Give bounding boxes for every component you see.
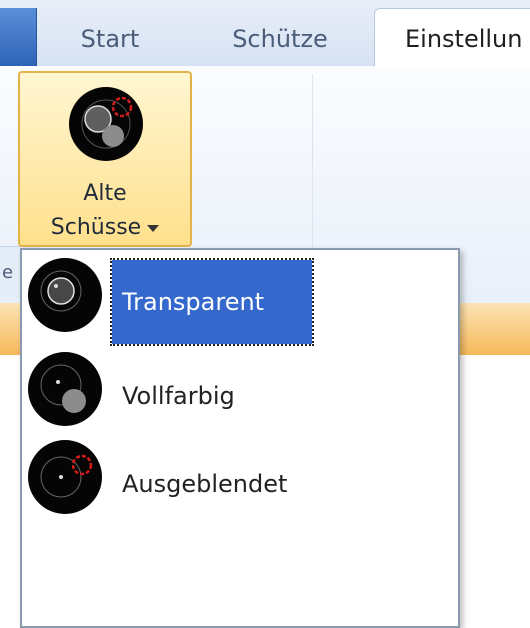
old-shots-label-line1: Alte bbox=[83, 181, 127, 206]
tab-schuetze[interactable]: Schütze bbox=[200, 12, 360, 66]
application-menu-button[interactable] bbox=[0, 8, 37, 66]
old-shots-label-line2: Schüsse bbox=[20, 211, 190, 245]
menu-item-ausgeblendet[interactable]: Ausgeblendet bbox=[22, 436, 458, 520]
old-shots-button[interactable]: Alte Schüsse bbox=[18, 71, 192, 247]
hidden-shots-icon bbox=[27, 439, 103, 519]
menu-item-vollfarbig[interactable]: Vollfarbig bbox=[22, 348, 458, 432]
tab-start[interactable]: Start bbox=[60, 12, 160, 66]
transparent-shots-icon bbox=[27, 257, 103, 337]
menu-item-transparent-label: Transparent bbox=[110, 258, 314, 346]
menu-item-transparent[interactable]: Transparent bbox=[22, 254, 458, 346]
ribbon-group-label: e bbox=[2, 262, 14, 283]
menu-item-ausgeblendet-label: Ausgeblendet bbox=[122, 470, 288, 498]
solid-shots-icon bbox=[27, 351, 103, 431]
tab-einstellungen[interactable]: Einstellun bbox=[374, 8, 530, 68]
old-shots-icon bbox=[68, 86, 144, 166]
old-shots-label: Alte Schüsse bbox=[20, 177, 190, 245]
dropdown-arrow-icon bbox=[147, 224, 160, 232]
old-shots-dropdown-menu: Transparent Vollfarbig Ausgeblendet bbox=[20, 248, 460, 628]
menu-item-vollfarbig-label: Vollfarbig bbox=[122, 382, 235, 410]
